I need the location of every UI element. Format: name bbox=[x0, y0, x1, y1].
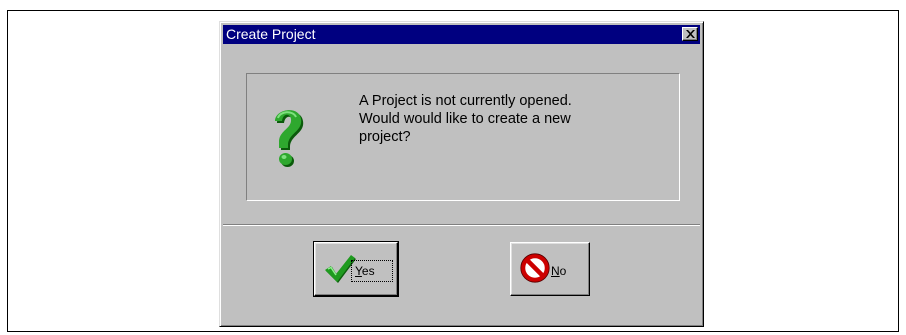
prohibited-icon bbox=[520, 253, 550, 283]
message-panel: A Project is not currently opened. Would… bbox=[246, 73, 680, 201]
yes-button[interactable]: Yes bbox=[313, 241, 399, 297]
dialog-title: Create Project bbox=[226, 26, 316, 42]
title-bar[interactable]: Create Project bbox=[223, 25, 700, 44]
close-button[interactable] bbox=[682, 27, 698, 41]
close-icon bbox=[686, 30, 695, 38]
dialog-message: A Project is not currently opened. Would… bbox=[359, 92, 659, 146]
no-button[interactable]: No bbox=[510, 242, 590, 296]
yes-label-rest: es bbox=[361, 264, 375, 278]
no-button-label: No bbox=[551, 264, 566, 278]
message-line: project? bbox=[359, 129, 411, 145]
create-project-dialog: Create Project A Project is not currentl… bbox=[219, 21, 704, 327]
message-line: A Project is not currently opened. bbox=[359, 93, 572, 109]
yes-mnemonic: Y bbox=[355, 264, 362, 278]
message-line: Would would like to create a new bbox=[359, 111, 571, 127]
question-icon bbox=[275, 110, 304, 167]
no-label-rest: o bbox=[559, 264, 567, 278]
separator bbox=[223, 224, 700, 226]
yes-button-label: Yes bbox=[355, 264, 375, 278]
no-mnemonic: N bbox=[551, 264, 560, 278]
